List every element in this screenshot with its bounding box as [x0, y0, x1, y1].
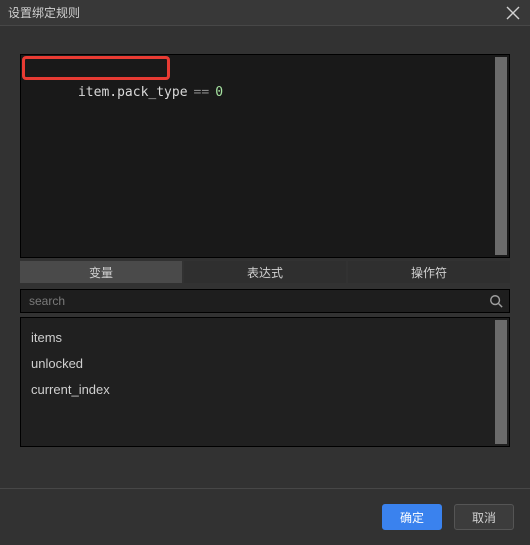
- list-item[interactable]: current_index: [31, 376, 499, 402]
- tab-variables[interactable]: 变量: [20, 261, 182, 283]
- dialog-footer: 确定 取消: [0, 488, 530, 545]
- variables-panel: items unlocked current_index: [20, 317, 510, 447]
- tab-expressions[interactable]: 表达式: [184, 261, 346, 283]
- cancel-button[interactable]: 取消: [454, 504, 514, 530]
- expression-editor[interactable]: item.pack_type == 0: [20, 54, 510, 258]
- tab-operators[interactable]: 操作符: [348, 261, 510, 283]
- editor-scrollbar-thumb[interactable]: [495, 57, 507, 255]
- list-scrollbar[interactable]: [495, 320, 507, 444]
- editor-scrollbar[interactable]: [495, 57, 507, 255]
- close-button[interactable]: [504, 4, 522, 22]
- category-tabs: 变量 表达式 操作符: [20, 261, 510, 283]
- titlebar: 设置绑定规则: [0, 0, 530, 26]
- window-title: 设置绑定规则: [8, 4, 80, 21]
- list-scrollbar-thumb[interactable]: [495, 320, 507, 444]
- search-row: [20, 289, 510, 313]
- expression-value: 0: [215, 85, 223, 100]
- list-item[interactable]: unlocked: [31, 350, 499, 376]
- search-icon: [489, 294, 503, 308]
- expression-property: item.pack_type: [78, 85, 188, 100]
- ok-button[interactable]: 确定: [382, 504, 442, 530]
- expression-operator: ==: [194, 85, 210, 100]
- expression-text: item.pack_type == 0: [21, 55, 509, 257]
- close-icon: [506, 6, 520, 20]
- variables-list: items unlocked current_index: [21, 318, 509, 446]
- dialog-body: item.pack_type == 0 变量 表达式 操作符 items unloc…: [0, 26, 530, 488]
- search-input[interactable]: [27, 290, 489, 312]
- list-item[interactable]: items: [31, 324, 499, 350]
